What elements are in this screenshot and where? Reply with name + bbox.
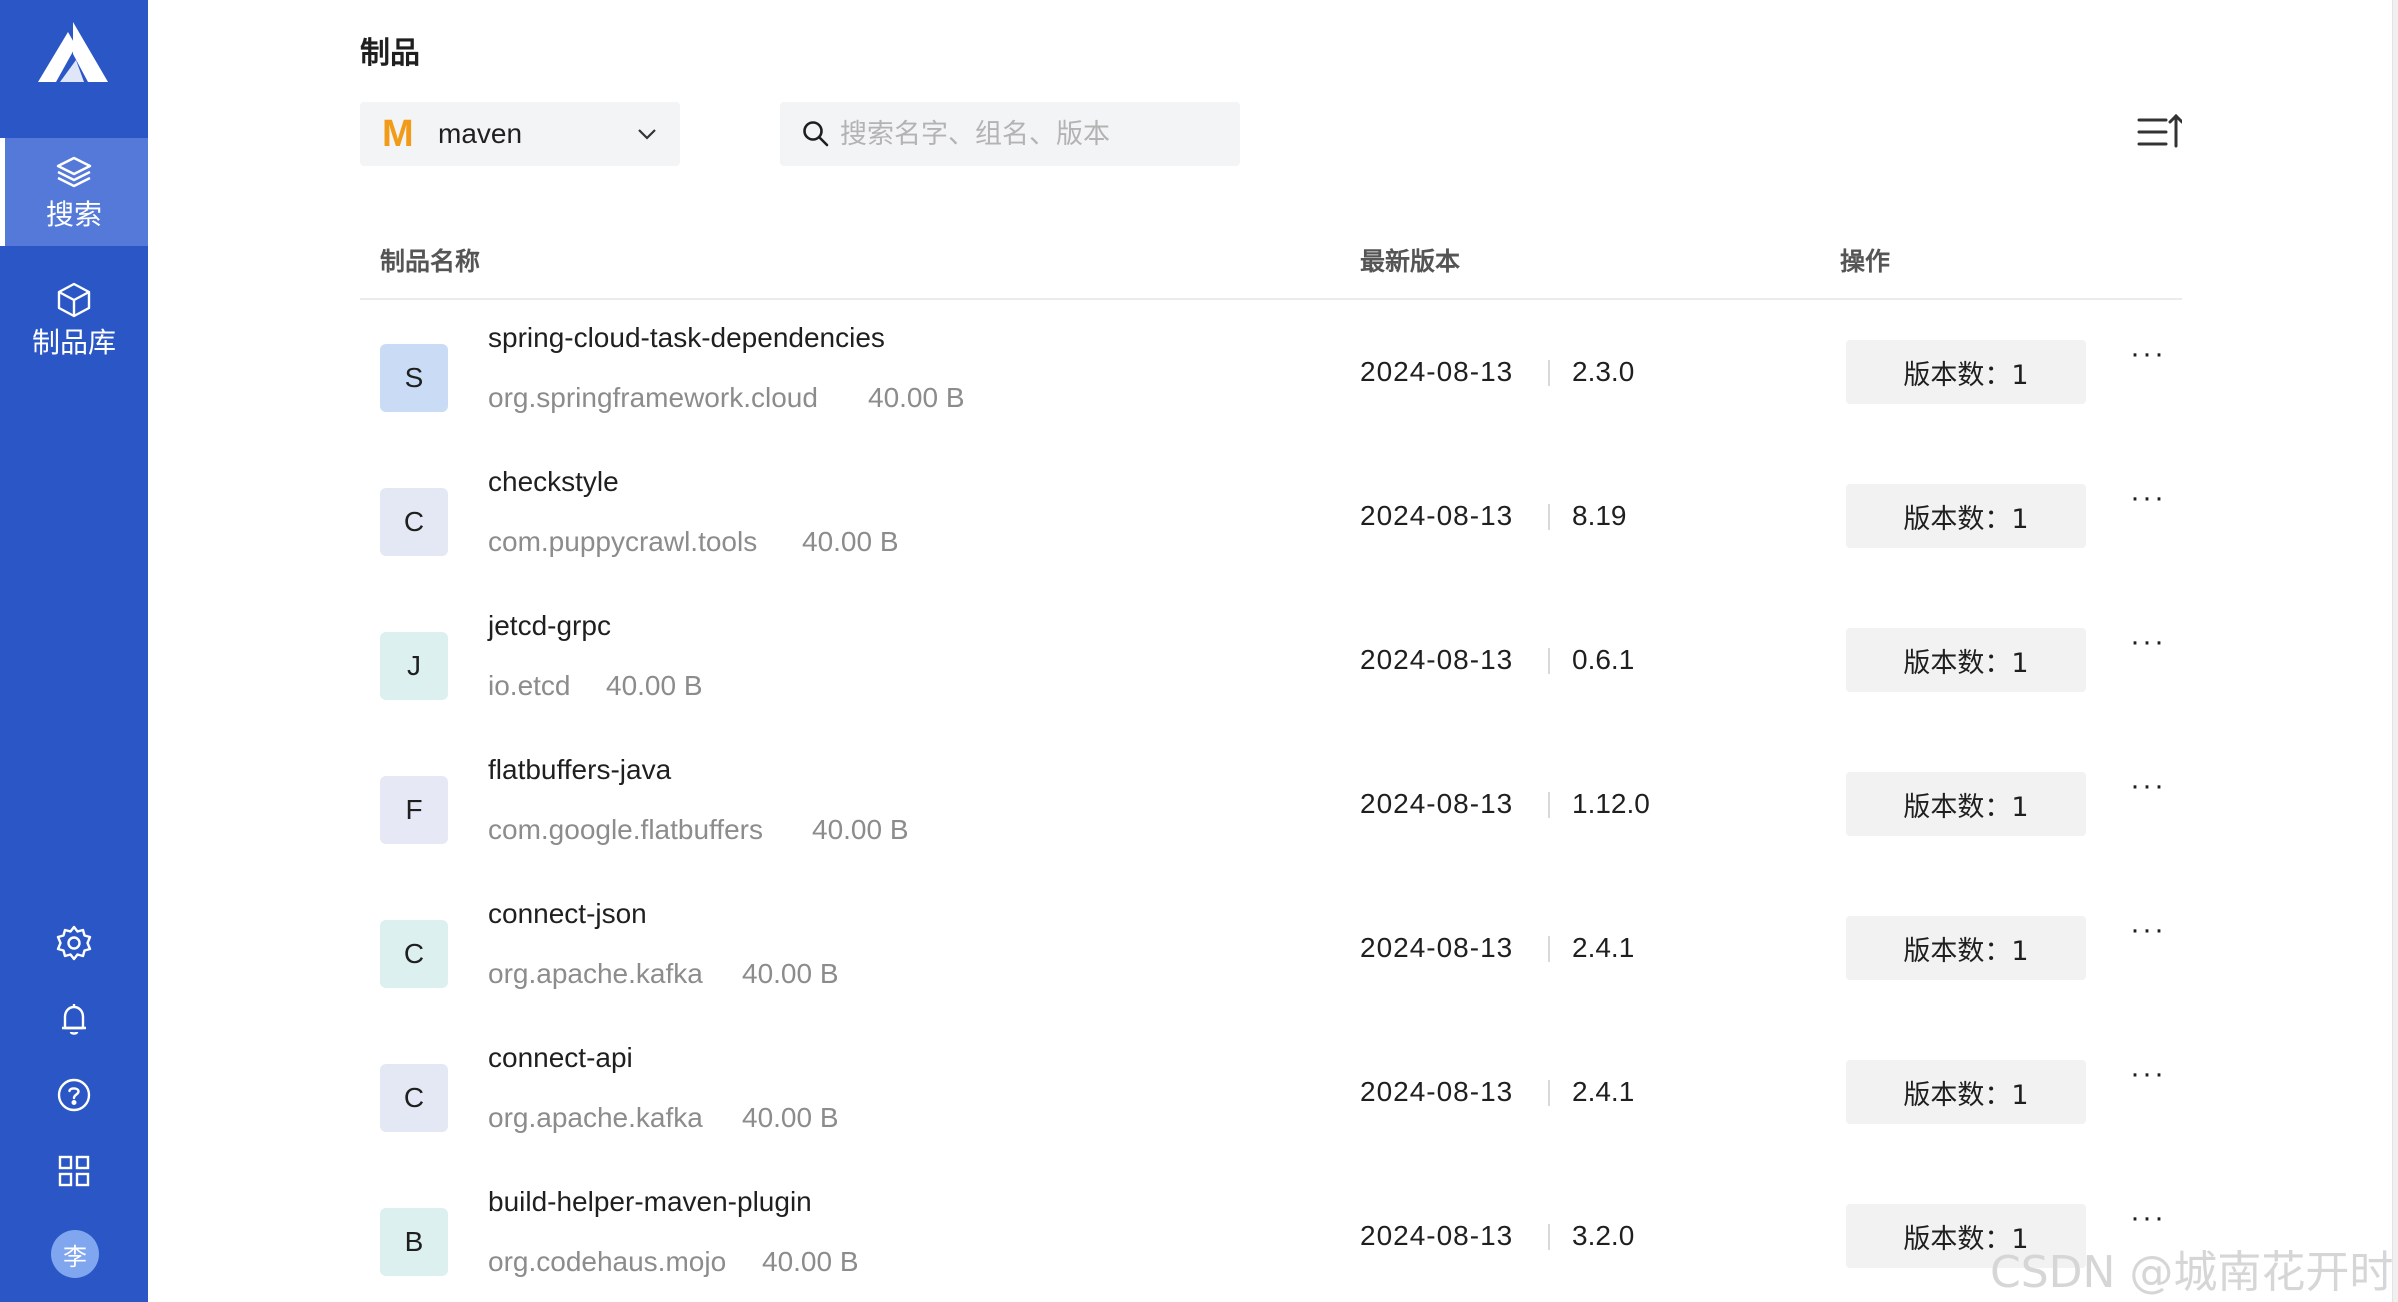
nav-artifact-repo[interactable]: 制品库 (0, 266, 148, 374)
artifact-group: io.etcd (488, 670, 571, 701)
page-title: 制品 (360, 36, 420, 71)
table-row[interactable]: Jjetcd-grpc io.etcd 40.00 B 2024-08-13 0.6.1… (360, 588, 2182, 732)
date-version-divider (1548, 936, 1550, 962)
artifact-name[interactable]: connect-api (488, 1042, 633, 1074)
more-actions-icon[interactable]: ··· (2126, 483, 2170, 528)
artifact-badge: S (380, 344, 448, 412)
version-count-button[interactable]: 版本数：1 (1846, 340, 2086, 404)
artifact-latest-version: 8.19 (1572, 500, 1627, 531)
col-action: 操作 (1840, 247, 1891, 276)
watermark: CSDN @城南花开时 (1990, 1247, 2394, 1298)
more-actions-icon[interactable]: ··· (2126, 627, 2170, 672)
artifact-name[interactable]: flatbuffers-java (488, 754, 671, 786)
search-input[interactable] (840, 118, 1220, 150)
artifact-group: com.puppycrawl.tools (488, 526, 758, 557)
maven-icon: M (382, 112, 414, 155)
user-avatar[interactable]: 李 (51, 1230, 99, 1278)
artifact-size: 40.00 B (742, 1102, 839, 1133)
settings-icon[interactable] (55, 924, 93, 962)
repo-type-select[interactable]: M maven (360, 102, 680, 166)
artifact-latest-version: 1.12.0 (1572, 788, 1650, 819)
artifact-size: 40.00 B (762, 1246, 859, 1277)
sort-icon[interactable] (2136, 112, 2182, 154)
artifact-size: 40.00 B (802, 526, 899, 557)
bell-icon[interactable] (55, 1000, 93, 1038)
help-icon[interactable] (55, 1076, 93, 1114)
cube-icon (57, 282, 91, 318)
version-count-button[interactable]: 版本数：1 (1846, 1060, 2086, 1124)
artifact-badge: C (380, 920, 448, 988)
artifact-date: 2024-08-13 (1360, 644, 1514, 675)
table-row[interactable]: Cconnect-json org.apache.kafka 40.00 B 2024… (360, 876, 2182, 1020)
artifact-latest-version: 0.6.1 (1572, 644, 1635, 675)
artifact-size: 40.00 B (868, 382, 965, 413)
col-latest-version: 最新版本 (1360, 247, 1461, 276)
layers-icon (56, 156, 92, 188)
artifact-latest-version: 3.2.0 (1572, 1220, 1635, 1251)
search-box[interactable] (780, 102, 1240, 166)
date-version-divider (1548, 648, 1550, 674)
date-version-divider (1548, 1224, 1550, 1250)
artifact-group: org.apache.kafka (488, 1102, 703, 1133)
artifact-date: 2024-08-13 (1360, 500, 1514, 531)
table-row[interactable]: Sspring-cloud-task-dependencies org.sprin… (360, 300, 2182, 444)
artifact-group: org.springframework.cloud (488, 382, 818, 413)
artifact-badge: C (380, 1064, 448, 1132)
nav-search-label: 搜索 (45, 198, 102, 231)
artifact-name[interactable]: checkstyle (488, 466, 619, 498)
col-artifact-name: 制品名称 (380, 247, 481, 276)
apps-grid-icon[interactable] (55, 1152, 93, 1190)
version-count-button[interactable]: 版本数：1 (1846, 772, 2086, 836)
sidebar: 搜索 制品库 李 (0, 0, 148, 1302)
more-actions-icon[interactable]: ··· (2126, 915, 2170, 960)
artifact-size: 40.00 B (606, 670, 703, 701)
artifact-group: org.codehaus.mojo (488, 1246, 727, 1277)
date-version-divider (1548, 792, 1550, 818)
artifact-name[interactable]: spring-cloud-task-dependencies (488, 322, 885, 354)
artifact-date: 2024-08-13 (1360, 1076, 1514, 1107)
artifact-badge: J (380, 632, 448, 700)
more-actions-icon[interactable]: ··· (2126, 771, 2170, 816)
artifact-latest-version: 2.4.1 (1572, 1076, 1635, 1107)
chevron-down-icon (638, 129, 656, 140)
artifact-name[interactable]: jetcd-grpc (488, 610, 611, 642)
date-version-divider (1548, 504, 1550, 530)
version-count-button[interactable]: 版本数：1 (1846, 916, 2086, 980)
artifact-badge: F (380, 776, 448, 844)
artifact-latest-version: 2.3.0 (1572, 356, 1635, 387)
search-icon (803, 121, 829, 147)
version-count-button[interactable]: 版本数：1 (1846, 484, 2086, 548)
artifact-name[interactable]: connect-json (488, 898, 647, 930)
nav-search[interactable]: 搜索 (0, 138, 148, 246)
artifact-date: 2024-08-13 (1360, 1220, 1514, 1251)
date-version-divider (1548, 1080, 1550, 1106)
table-row[interactable]: Cconnect-api org.apache.kafka 40.00 B 2024-… (360, 1020, 2182, 1164)
artifact-name[interactable]: build-helper-maven-plugin (488, 1186, 812, 1218)
version-count-button[interactable]: 版本数：1 (1846, 628, 2086, 692)
date-version-divider (1548, 360, 1550, 386)
table-row[interactable]: Bbuild-helper-maven-plugin org.codehaus.m… (360, 1164, 2182, 1302)
table-header: 制品名称 最新版本 操作 (360, 228, 2182, 300)
artifact-badge: B (380, 1208, 448, 1276)
table-row[interactable]: Fflatbuffers-java com.google.flatbuffers 4… (360, 732, 2182, 876)
artifact-latest-version: 2.4.1 (1572, 932, 1635, 963)
artifact-date: 2024-08-13 (1360, 788, 1514, 819)
more-actions-icon[interactable]: ··· (2126, 339, 2170, 384)
artifact-size: 40.00 B (742, 958, 839, 989)
artifact-date: 2024-08-13 (1360, 932, 1514, 963)
artifact-size: 40.00 B (812, 814, 909, 845)
repo-type-value: maven (438, 118, 523, 149)
artifact-group: org.apache.kafka (488, 958, 703, 989)
window-edge (2392, 0, 2398, 1302)
app-logo[interactable] (36, 20, 110, 86)
artifact-badge: C (380, 488, 448, 556)
artifact-group: com.google.flatbuffers (488, 814, 763, 845)
more-actions-icon[interactable]: ··· (2126, 1059, 2170, 1104)
nav-artifact-repo-label: 制品库 (31, 326, 116, 359)
table-row[interactable]: Ccheckstyle com.puppycrawl.tools 40.00 B 20… (360, 444, 2182, 588)
artifact-date: 2024-08-13 (1360, 356, 1514, 387)
